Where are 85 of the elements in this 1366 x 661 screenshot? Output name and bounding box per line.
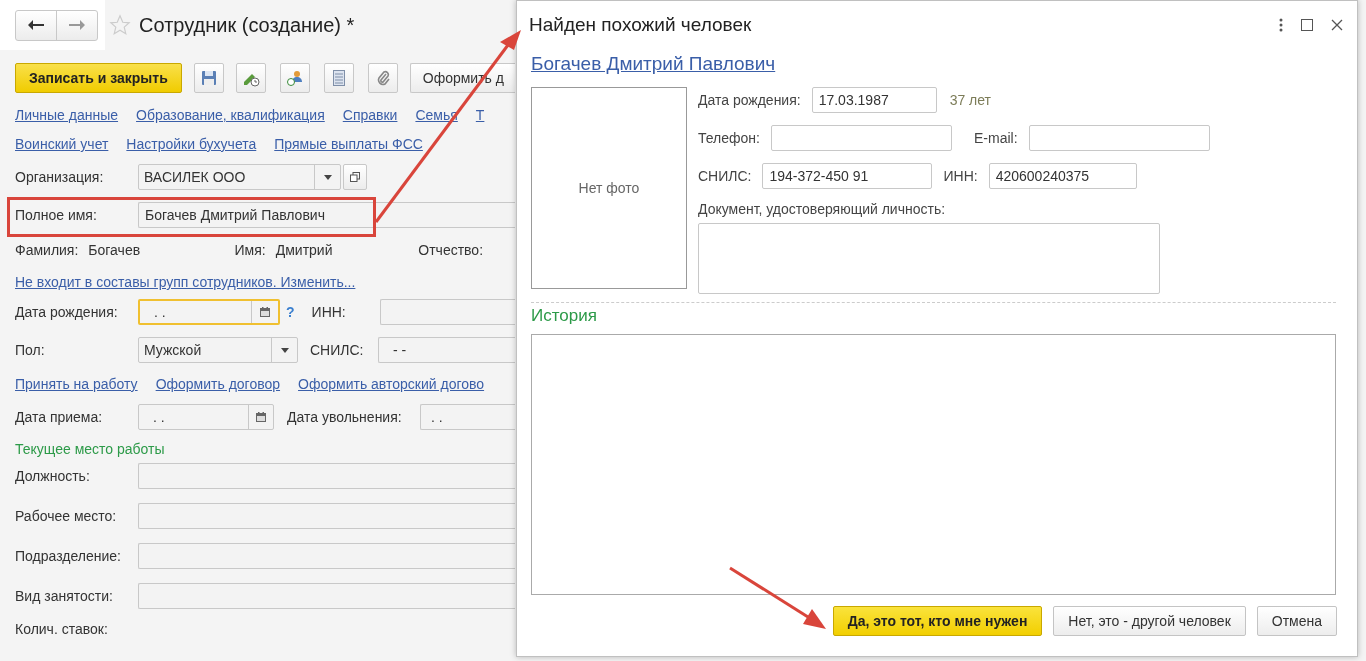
save-and-close-button[interactable]: Записать и закрыть [15,63,182,93]
field-label: Подразделение: [15,548,122,564]
paperclip-icon [375,70,390,86]
field-label: Документ, удостоверяющий личность: [698,201,946,217]
field-label: Рабочее место: [15,508,118,524]
link[interactable]: Воинский учет [15,136,109,152]
placeholder-text: Нет фото [578,180,640,196]
field-label: Дата рождения: [698,92,801,108]
link[interactable]: Принять на работу [15,376,138,392]
section-title: История [531,306,597,325]
inn-field[interactable] [379,299,515,325]
full-name-field[interactable]: Богачев Дмитрий Павлович [138,202,515,228]
field-value: Богачев [88,242,141,258]
help-link[interactable]: ? [286,304,295,320]
snils-field[interactable]: - - [378,337,515,363]
calendar-icon[interactable] [255,411,267,423]
work-field[interactable] [138,503,515,529]
close-icon[interactable] [1331,19,1343,31]
attach-button[interactable] [367,63,398,93]
email-field[interactable] [1028,125,1210,151]
section-title: Текущее место работы [15,441,165,457]
people-button[interactable] [279,63,310,93]
link[interactable]: Оформить авторский догово [298,376,485,392]
field-label: ИНН: [943,168,978,184]
person-link[interactable]: Богачев Дмитрий Павлович [531,53,776,75]
groups-link[interactable]: Не входит в составы групп сотрудников. Изменить... [15,274,356,290]
field-label: Полное имя: [15,207,98,223]
calendar-icon[interactable] [259,306,271,318]
dismissal-date-field[interactable]: . . [420,404,515,430]
field-label: Дата приема: [15,409,104,425]
field-label: Имя: [234,242,266,258]
work-field[interactable] [138,463,515,489]
link[interactable]: Прямые выплаты ФСС [274,136,423,152]
hire-date-field[interactable]: . . [138,404,274,430]
field-label: E-mail: [973,130,1018,146]
field-label: Фамилия: [15,242,79,258]
organization-select[interactable]: ВАСИЛЕК ООО [138,164,341,190]
phone-field[interactable] [770,125,952,151]
field-label: Телефон: [698,130,760,146]
link[interactable]: Справки [342,107,398,123]
open-button[interactable] [343,164,367,190]
dialog-button[interactable]: Нет, это - другой человек [1053,606,1246,636]
field-label: Колич. ставок: [15,621,109,637]
save-button[interactable] [193,63,224,93]
maximize-icon[interactable] [1301,19,1313,31]
dialog-button[interactable]: Отмена [1256,606,1337,636]
field-label: Дата рождения: [15,304,119,320]
field-label: Отчество: [418,242,484,258]
field-label: ИНН: [311,304,347,320]
link[interactable]: Т [475,107,485,123]
age-text: 37 лет [949,92,992,108]
link[interactable]: Образование, квалификация [136,107,325,123]
link[interactable]: Оформить договор [155,376,281,392]
document-list-icon [332,70,345,86]
caret-icon [280,347,289,353]
gender-select[interactable]: Мужской [138,337,298,363]
more-menu-icon[interactable] [1279,18,1283,32]
people-icon [285,69,304,87]
link[interactable]: Личные данные [15,107,119,123]
dialog-title: Найден похожий человек [529,14,753,36]
field-label: Вид занятости: [15,588,114,604]
open-window-icon [350,172,360,182]
work-field[interactable] [138,543,515,569]
birth-date-field[interactable]: 17.03.1987 [811,87,937,113]
field-value: Дмитрий [275,242,333,258]
list-button[interactable] [323,63,354,93]
inn-field[interactable]: 420600240375 [988,163,1137,189]
document-field[interactable] [698,223,1160,294]
field-label: СНИЛС: [310,342,365,358]
star-icon[interactable] [109,14,131,36]
field-label: Организация: [15,169,105,185]
confirm-button[interactable]: Да, это тот, кто мне нужен [832,606,1043,636]
caret-icon [323,174,332,180]
field-label: Должность: [15,468,91,484]
link[interactable]: Настройки бухучета [126,136,257,152]
field-label: Пол: [15,342,46,358]
field-label: Дата увольнения: [287,409,403,425]
forward-arrow-icon [69,19,85,31]
field-label: СНИЛС: [698,168,752,184]
birth-date-field[interactable]: . . [138,299,280,325]
work-field[interactable] [138,583,515,609]
window-title: Сотрудник (создание) * [139,13,355,37]
snils-field[interactable]: 194-372-450 91 [762,163,933,189]
back-arrow-icon [28,19,44,31]
edit-history-button[interactable] [235,63,266,93]
